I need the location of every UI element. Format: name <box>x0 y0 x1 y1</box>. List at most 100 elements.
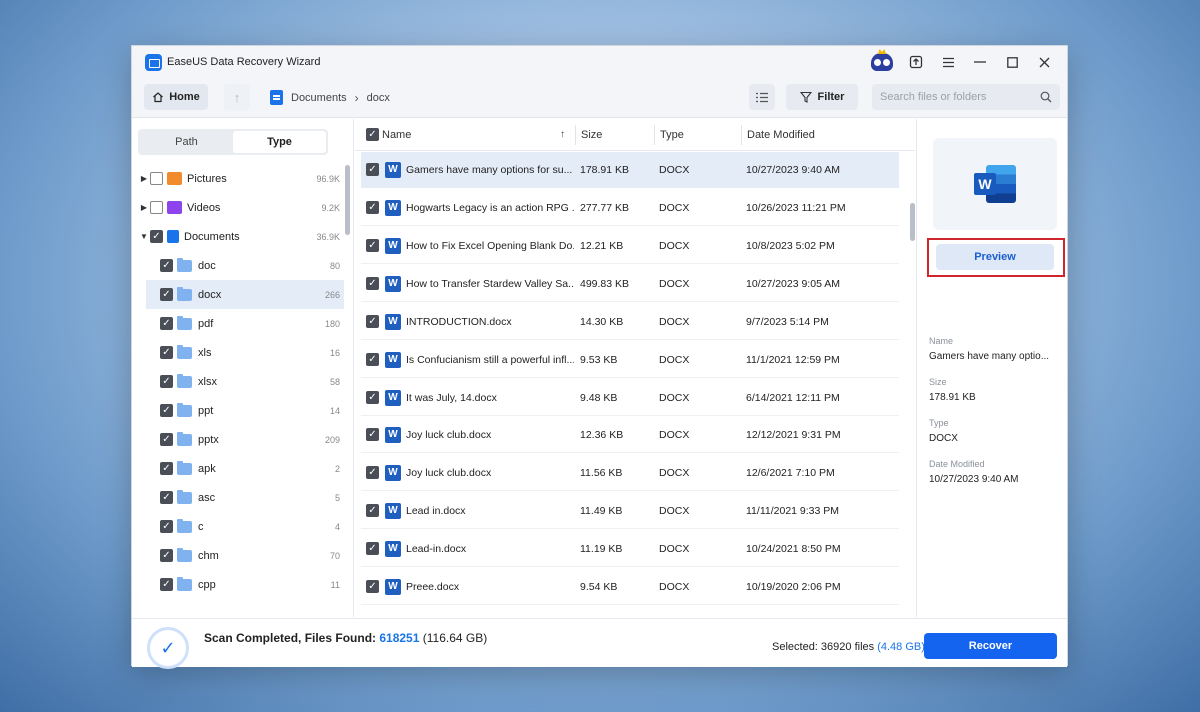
tree-item-cpp[interactable]: cpp 11 <box>132 570 344 599</box>
close-icon[interactable] <box>1029 50 1059 74</box>
breadcrumb-item-documents[interactable]: Documents <box>291 92 347 104</box>
select-all-checkbox[interactable] <box>366 128 379 141</box>
checkbox[interactable] <box>160 433 173 446</box>
tree-item-ppt[interactable]: ppt 14 <box>132 396 344 425</box>
menu-icon[interactable] <box>933 50 963 74</box>
checkbox[interactable] <box>366 391 379 404</box>
minimize-icon[interactable] <box>965 50 995 74</box>
word-file-icon: W <box>385 199 401 216</box>
file-row[interactable]: W It was July, 14.docx 9.48 KB DOCX 6/14… <box>361 380 899 416</box>
tree-item-count: 4 <box>334 521 340 532</box>
checkbox[interactable] <box>160 259 173 272</box>
info-label: Date Modified <box>929 459 985 469</box>
file-row[interactable]: W Preee.docx 9.54 KB DOCX 10/19/2020 2:0… <box>361 569 899 605</box>
list-view-button[interactable] <box>749 84 775 110</box>
maximize-icon[interactable] <box>997 50 1027 74</box>
checkbox[interactable] <box>366 466 379 479</box>
arrow-up-icon: ↑ <box>233 89 241 105</box>
caret-right-icon[interactable]: ▶ <box>138 203 150 212</box>
file-row[interactable]: W How to Transfer Stardew Valley Sa... 4… <box>361 266 899 302</box>
checkbox[interactable] <box>160 375 173 388</box>
checkbox[interactable] <box>150 230 163 243</box>
checkbox[interactable] <box>160 549 173 562</box>
tree-item-asc[interactable]: asc 5 <box>132 483 344 512</box>
file-row[interactable]: W Gamers have many options for su... 178… <box>361 152 899 188</box>
checkbox[interactable] <box>160 491 173 504</box>
tree-item-videos[interactable]: ▶ Videos 9.2K <box>132 193 344 222</box>
file-row[interactable]: W Joy luck club.docx 11.56 KB DOCX 12/6/… <box>361 455 899 491</box>
file-row[interactable]: W Hogwarts Legacy is an action RPG ... 2… <box>361 190 899 226</box>
file-name: Preee.docx <box>406 580 460 593</box>
checkbox[interactable] <box>366 353 379 366</box>
tree-item-pptx[interactable]: pptx 209 <box>132 425 344 454</box>
filter-button[interactable]: Filter <box>786 84 858 110</box>
checkbox[interactable] <box>150 201 163 214</box>
column-header-date[interactable]: Date Modified <box>747 129 815 141</box>
sort-ascending-icon[interactable]: ↑ <box>560 129 565 140</box>
file-row[interactable]: W Lead in.docx 11.49 KB DOCX 11/11/2021 … <box>361 493 899 529</box>
tree-item-c[interactable]: c 4 <box>132 512 344 541</box>
search-input[interactable] <box>880 91 1040 103</box>
tree-item-apk[interactable]: apk 2 <box>132 454 344 483</box>
owl-avatar-icon[interactable] <box>865 49 899 74</box>
column-header-type[interactable]: Type <box>660 129 684 141</box>
column-header-size[interactable]: Size <box>581 129 602 141</box>
tree-item-pdf[interactable]: pdf 180 <box>132 309 344 338</box>
tab-path[interactable]: Path <box>140 131 233 153</box>
search-icon[interactable] <box>1040 91 1052 103</box>
tree-item-xlsx[interactable]: xlsx 58 <box>132 367 344 396</box>
checkbox[interactable] <box>160 462 173 475</box>
tab-type[interactable]: Type <box>233 131 326 153</box>
file-size: 11.56 KB <box>580 466 623 479</box>
up-level-button[interactable]: ↑ <box>224 84 250 110</box>
tree-item-chm[interactable]: chm 70 <box>132 541 344 570</box>
file-date: 12/12/2021 9:31 PM <box>746 428 841 441</box>
checkbox[interactable] <box>366 163 379 176</box>
checkbox[interactable] <box>150 172 163 185</box>
file-row[interactable]: W Is Confucianism still a powerful infl.… <box>361 342 899 378</box>
checkbox[interactable] <box>366 201 379 214</box>
home-button[interactable]: Home <box>144 84 208 110</box>
checkbox[interactable] <box>160 404 173 417</box>
tree-item-label: cpp <box>198 578 216 591</box>
preview-button[interactable]: Preview <box>936 244 1054 270</box>
file-row[interactable]: W Lead-in.docx 11.19 KB DOCX 10/24/2021 … <box>361 531 899 567</box>
column-header-name[interactable]: Name <box>382 129 411 141</box>
file-row[interactable]: W INTRODUCTION.docx 14.30 KB DOCX 9/7/20… <box>361 304 899 340</box>
checkbox[interactable] <box>366 580 379 593</box>
checkbox[interactable] <box>366 277 379 290</box>
caret-down-icon[interactable]: ▼ <box>138 232 150 241</box>
file-row[interactable]: W How to Fix Excel Opening Blank Do... 1… <box>361 228 899 264</box>
tree-item-count: 14 <box>329 405 340 416</box>
tree-item-count: 58 <box>329 376 340 387</box>
checkbox[interactable] <box>366 428 379 441</box>
file-row[interactable]: W Joy luck club.docx 12.36 KB DOCX 12/12… <box>361 417 899 453</box>
tree-item-pictures[interactable]: ▶ Pictures 96.9K <box>132 164 344 193</box>
tree-item-documents[interactable]: ▼ Documents 36.9K <box>132 222 344 251</box>
tree-item-xls[interactable]: xls 16 <box>132 338 344 367</box>
list-scrollbar[interactable] <box>910 203 915 241</box>
checkbox[interactable] <box>160 317 173 330</box>
caret-right-icon[interactable]: ▶ <box>138 174 150 183</box>
tree-item-count: 36.9K <box>316 231 340 242</box>
breadcrumb-item-docx[interactable]: docx <box>367 92 390 104</box>
checkbox[interactable] <box>160 288 173 301</box>
pictures-icon <box>167 172 182 185</box>
checkbox[interactable] <box>366 315 379 328</box>
info-value: 10/27/2023 9:40 AM <box>929 474 1019 485</box>
upgrade-icon[interactable] <box>901 50 931 74</box>
checkbox[interactable] <box>160 346 173 359</box>
checkbox[interactable] <box>366 239 379 252</box>
checkbox[interactable] <box>160 520 173 533</box>
checkbox[interactable] <box>160 578 173 591</box>
file-name: INTRODUCTION.docx <box>406 315 512 328</box>
tree-item-docx[interactable]: docx 266 <box>146 280 344 309</box>
checkbox[interactable] <box>366 542 379 555</box>
left-scrollbar[interactable] <box>345 165 350 235</box>
tree-item-count: 80 <box>329 260 340 271</box>
recover-button[interactable]: Recover <box>924 633 1057 659</box>
list-view-icon <box>756 92 768 102</box>
folder-icon <box>177 489 192 504</box>
checkbox[interactable] <box>366 504 379 517</box>
tree-item-doc[interactable]: doc 80 <box>132 251 344 280</box>
